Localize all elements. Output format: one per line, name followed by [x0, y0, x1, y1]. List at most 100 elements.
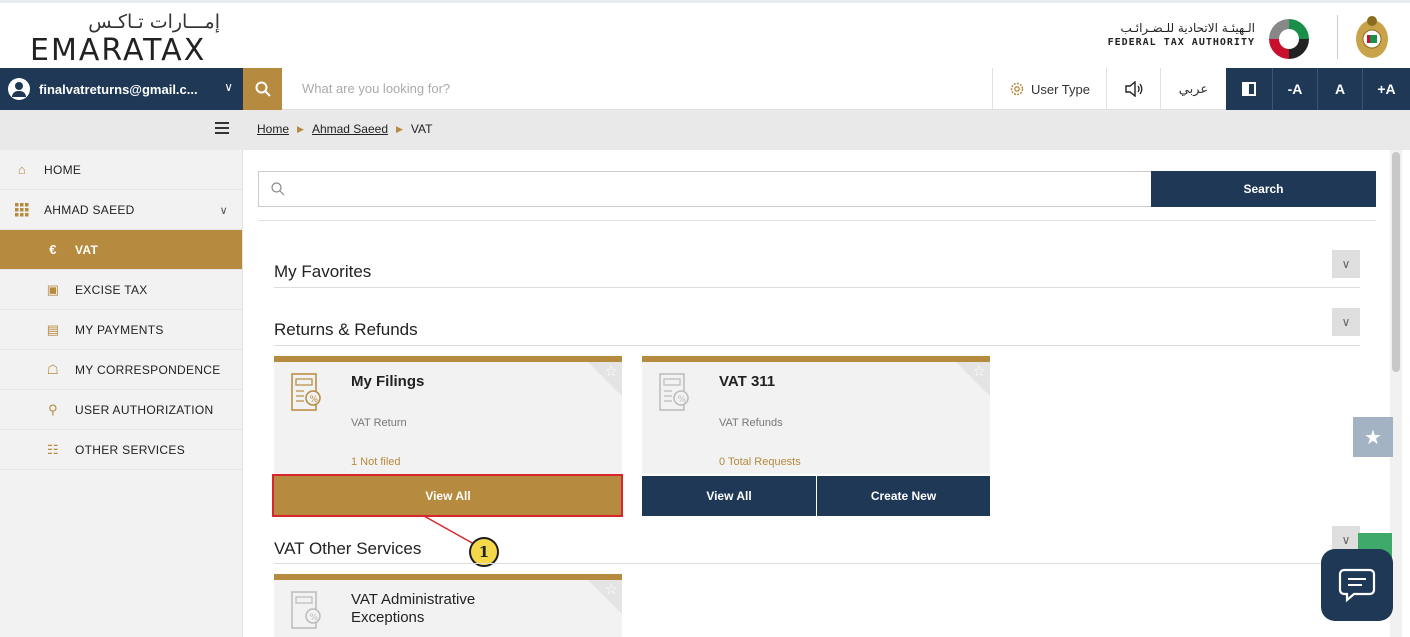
sidebar-item-home[interactable]: ⌂ HOME	[0, 150, 242, 190]
breadcrumb-home[interactable]: Home	[257, 122, 289, 136]
user-type-button[interactable]: User Type	[992, 68, 1106, 110]
divider	[274, 563, 1360, 564]
header: إمـــارات تـاكـس EMARATAX الـهيئـة الاتح…	[0, 0, 1410, 68]
card-subtitle: VAT Return	[351, 417, 407, 429]
chevron-down-icon: ∨	[219, 205, 228, 217]
sidebar-item-ahmad-saeed[interactable]: AHMAD SAEED ∨	[0, 190, 242, 230]
top-bar: finalvatreturns@gmail.c... ∨ What are yo…	[0, 68, 1410, 110]
sidebar-item-label: USER AUTHORIZATION	[75, 402, 214, 417]
star-icon[interactable]: ☆	[973, 362, 986, 380]
breadcrumb-separator-icon: ▶	[396, 123, 403, 134]
payments-icon: ▤	[46, 321, 60, 337]
other-services-icon: ☷	[47, 441, 59, 457]
text-to-speech-button[interactable]	[1106, 68, 1160, 110]
svg-text:%: %	[678, 395, 687, 405]
sidebar-item-excise-tax[interactable]: ▣ EXCISE TAX	[0, 270, 242, 310]
fta-logo: الـهيئـة الاتحادية للـضـرائـب FEDERAL TA…	[1085, 13, 1325, 63]
home-icon: ⌂	[17, 162, 27, 177]
sidebar-item-label: MY CORRESPONDENCE	[75, 362, 221, 377]
star-icon: ★	[1364, 425, 1382, 449]
document-percent-icon: %	[291, 373, 321, 411]
section-my-favorites: My Favorites	[274, 262, 372, 281]
card-stat: 0 Total Requests	[719, 456, 801, 468]
card-my-filings: % My Filings VAT Return 1 Not filed ☆	[274, 356, 622, 474]
language-toggle[interactable]: عربي	[1160, 68, 1226, 110]
sidebar-item-other-services[interactable]: ☷ OTHER SERVICES	[0, 430, 242, 470]
fta-arabic-text: الـهيئـة الاتحادية للـضـرائـب	[1120, 21, 1255, 35]
user-email: finalvatreturns@gmail.c...	[39, 81, 198, 97]
logo-english-text: EMARATAX	[30, 33, 207, 68]
returns-toggle[interactable]: ∨	[1332, 308, 1360, 336]
gear-icon	[1010, 82, 1024, 96]
font-increase-button[interactable]: +A	[1362, 68, 1410, 110]
hamburger-menu-icon[interactable]	[215, 122, 229, 134]
search-icon	[271, 182, 285, 196]
user-auth-icon: ⚲	[48, 401, 58, 417]
breadcrumb: Home ▶ Ahmad Saeed ▶ VAT	[257, 122, 432, 136]
contrast-toggle[interactable]	[1226, 68, 1272, 110]
user-avatar-icon	[8, 78, 30, 100]
divider	[258, 220, 1376, 221]
card-title: VAT 311	[719, 373, 776, 390]
breadcrumb-separator-icon: ▶	[297, 123, 304, 134]
scrollbar-thumb[interactable]	[1392, 152, 1400, 372]
chevron-down-icon: ∨	[224, 80, 233, 94]
font-decrease-button[interactable]: -A	[1272, 68, 1317, 110]
divider	[274, 345, 1360, 346]
vat311-view-all-button[interactable]: View All	[642, 476, 816, 516]
card-subtitle: VAT Refunds	[719, 417, 783, 429]
chevron-down-icon: ∨	[1341, 257, 1351, 271]
top-search-input[interactable]: What are you looking for?	[302, 81, 450, 96]
correspondence-icon: ☖	[47, 361, 59, 377]
font-reset-button[interactable]: A	[1317, 68, 1362, 110]
chevron-down-icon: ∨	[1341, 315, 1351, 329]
card-stat: 1 Not filed	[351, 456, 401, 468]
vat311-create-new-button[interactable]: Create New	[817, 476, 990, 516]
sidebar-item-vat[interactable]: € VAT	[0, 230, 242, 270]
fta-emblem-icon	[1269, 19, 1309, 59]
contrast-icon	[1242, 82, 1256, 96]
header-divider	[1337, 15, 1338, 59]
logo-arabic-text: إمـــارات تـاكـس	[88, 11, 220, 33]
divider	[274, 287, 1360, 288]
sidebar-item-user-authorization[interactable]: ⚲ USER AUTHORIZATION	[0, 390, 242, 430]
card-vat-311: % VAT 311 VAT Refunds 0 Total Requests ☆	[642, 356, 990, 474]
top-search-button[interactable]	[243, 68, 282, 110]
chat-icon	[1338, 568, 1376, 603]
sidebar-item-label: MY PAYMENTS	[75, 322, 164, 337]
sidebar-item-my-correspondence[interactable]: ☖ MY CORRESPONDENCE	[0, 350, 242, 390]
fta-english-text: FEDERAL TAX AUTHORITY	[1107, 37, 1255, 48]
breadcrumb-vat: VAT	[410, 122, 433, 136]
chevron-down-icon: ∨	[1341, 533, 1351, 547]
sidebar-item-label: EXCISE TAX	[75, 282, 148, 297]
document-percent-icon: %	[291, 591, 321, 629]
main-search-button[interactable]: Search	[1151, 171, 1376, 207]
sidebar-item-my-payments[interactable]: ▤ MY PAYMENTS	[0, 310, 242, 350]
favorites-toggle[interactable]: ∨	[1332, 250, 1360, 278]
chat-button[interactable]	[1321, 549, 1393, 621]
emaratax-logo[interactable]: إمـــارات تـاكـس EMARATAX	[30, 9, 220, 68]
card-vat-admin-exceptions: % VAT Administrative Exceptions ☆	[274, 574, 622, 637]
section-returns-refunds: Returns & Refunds	[274, 320, 418, 339]
section-vat-other-services: VAT Other Services	[274, 539, 422, 558]
star-icon[interactable]: ☆	[605, 580, 618, 598]
sidebar: ⌂ HOME AHMAD SAEED ∨ € VAT ▣ EXCISE TAX …	[0, 150, 243, 637]
svg-text:%: %	[310, 395, 319, 405]
card-title: My Filings	[351, 373, 425, 390]
excise-icon: ▣	[46, 281, 60, 297]
speaker-icon	[1124, 81, 1142, 97]
search-icon	[255, 81, 271, 97]
card-title: VAT Administrative Exceptions	[351, 591, 476, 626]
sidebar-item-label: VAT	[75, 242, 99, 257]
highlight-box	[272, 474, 623, 517]
favorites-star-button[interactable]: ★	[1353, 417, 1393, 457]
main-search-input[interactable]	[258, 171, 1152, 207]
user-type-label: User Type	[1030, 81, 1090, 97]
breadcrumb-ahmad-saeed[interactable]: Ahmad Saeed	[312, 122, 388, 136]
sidebar-item-label: OTHER SERVICES	[75, 442, 186, 457]
vat-icon: €	[49, 242, 57, 257]
uae-emblem-icon	[1356, 16, 1388, 58]
star-icon[interactable]: ☆	[605, 362, 618, 380]
user-account-menu[interactable]: finalvatreturns@gmail.c... ∨	[0, 68, 243, 110]
sidebar-item-label: AHMAD SAEED	[44, 202, 135, 217]
